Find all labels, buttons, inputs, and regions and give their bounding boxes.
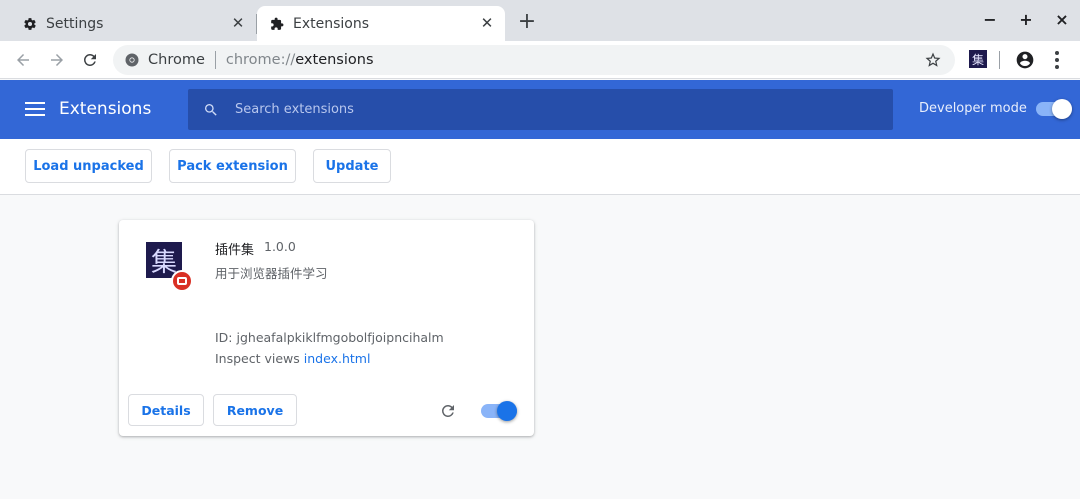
toolbar-extension-icon[interactable]: 集 — [969, 50, 987, 68]
omnibox-divider — [214, 51, 216, 69]
back-arrow-icon — [17, 54, 29, 66]
forward-button[interactable] — [46, 49, 68, 71]
tab-settings[interactable]: Settings ✕ — [10, 6, 256, 41]
url-scheme: chrome:// — [225, 52, 296, 68]
tab-extensions[interactable]: Extensions ✕ — [257, 6, 505, 41]
search-input[interactable] — [235, 102, 835, 117]
details-button[interactable]: Details — [128, 394, 204, 426]
search-box[interactable] — [188, 89, 893, 130]
browser-toolbar: Chrome chrome://extensions 集 — [0, 41, 1080, 79]
pack-extension-button[interactable]: Pack extension — [169, 149, 296, 183]
inspect-views: Inspect views index.html — [215, 351, 370, 366]
inspect-view-link[interactable]: index.html — [304, 351, 371, 366]
reload-icon — [83, 53, 96, 66]
gear-icon — [22, 16, 38, 32]
extension-card: 集 插件集 1.0.0 用于浏览器插件学习 ID: jgheafalpkiklf… — [119, 220, 534, 436]
maximize-button[interactable]: + — [1016, 10, 1036, 30]
back-button[interactable] — [12, 49, 34, 71]
extension-id: ID: jgheafalpkiklfmgobolfjoipncihalm — [215, 330, 444, 345]
developer-action-bar: Load unpacked Pack extension Update — [0, 139, 1080, 195]
extension-enable-toggle[interactable] — [481, 401, 517, 421]
reload-button[interactable] — [79, 49, 101, 71]
toggle-knob — [1052, 99, 1072, 119]
bookmark-star-icon[interactable] — [923, 50, 943, 70]
extension-name: 插件集 — [215, 243, 255, 258]
error-badge-icon — [171, 270, 193, 292]
site-chip: Chrome — [148, 52, 205, 68]
page-title: Extensions — [59, 99, 152, 119]
close-window-button[interactable]: × — [1052, 10, 1072, 30]
address-bar[interactable]: Chrome chrome://extensions — [113, 45, 955, 75]
inspect-views-label: Inspect views — [215, 351, 300, 366]
remove-button[interactable]: Remove — [213, 394, 297, 426]
account-icon — [1016, 51, 1034, 69]
new-tab-button[interactable]: + — [516, 11, 538, 34]
puzzle-icon — [269, 16, 285, 32]
developer-mode-toggle[interactable] — [1036, 99, 1072, 119]
close-tab-icon[interactable]: ✕ — [479, 15, 495, 31]
toolbar-divider — [999, 51, 1000, 69]
forward-arrow-icon — [51, 54, 63, 66]
toggle-knob — [497, 401, 517, 421]
load-unpacked-button[interactable]: Load unpacked — [25, 149, 152, 183]
extension-description: 用于浏览器插件学习 — [215, 266, 328, 281]
reload-extension-icon[interactable] — [438, 401, 458, 421]
search-icon — [202, 101, 220, 119]
profile-button[interactable] — [1014, 49, 1036, 71]
close-tab-icon[interactable]: ✕ — [230, 15, 246, 31]
chrome-logo-icon — [125, 53, 139, 67]
menu-kebab-icon[interactable] — [1050, 49, 1064, 71]
developer-mode-label: Developer mode — [919, 101, 1027, 116]
extensions-header: Extensions Developer mode — [0, 80, 1080, 139]
update-button[interactable]: Update — [313, 149, 391, 183]
extension-version: 1.0.0 — [264, 239, 296, 254]
tab-title: Settings — [46, 15, 104, 32]
url-host: extensions — [295, 52, 374, 68]
hamburger-menu-icon[interactable] — [25, 100, 45, 118]
minimize-button[interactable]: − — [980, 10, 1000, 30]
tab-title: Extensions — [293, 15, 370, 32]
tab-strip: Settings ✕ Extensions ✕ + − + × — [0, 0, 1080, 41]
